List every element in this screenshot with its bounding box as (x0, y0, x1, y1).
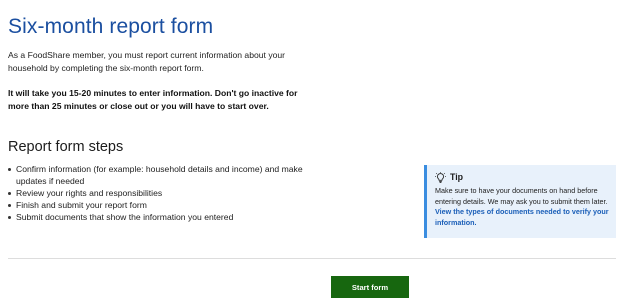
intro-text: As a FoodShare member, you must report c… (8, 50, 286, 73)
tip-body: Make sure to have your documents on hand… (435, 186, 613, 229)
steps-heading: Report form steps (8, 139, 124, 155)
time-limit-notice: It will take you 15-20 minutes to enter … (8, 88, 298, 111)
step-item: Review your rights and responsibilities (8, 187, 308, 199)
document-types-link[interactable]: View the types of documents needed to ve… (435, 207, 609, 227)
report-form-page: Six-month report form As a FoodShare mem… (0, 0, 624, 305)
tip-title: Tip (450, 172, 464, 182)
steps-list: Confirm information (for example: househ… (8, 163, 308, 223)
divider (8, 258, 616, 259)
start-form-button[interactable]: Start form (331, 276, 409, 298)
tip-body-text: Make sure to have your documents on hand… (435, 186, 608, 206)
step-item: Finish and submit your report form (8, 199, 308, 211)
step-item: Confirm information (for example: househ… (8, 163, 308, 187)
step-item: Submit documents that show the informati… (8, 211, 308, 223)
tip-callout: Tip Make sure to have your documents on … (424, 165, 616, 238)
page-title: Six-month report form (8, 15, 214, 38)
tip-header: Tip (435, 171, 463, 183)
lightbulb-icon (435, 171, 446, 183)
